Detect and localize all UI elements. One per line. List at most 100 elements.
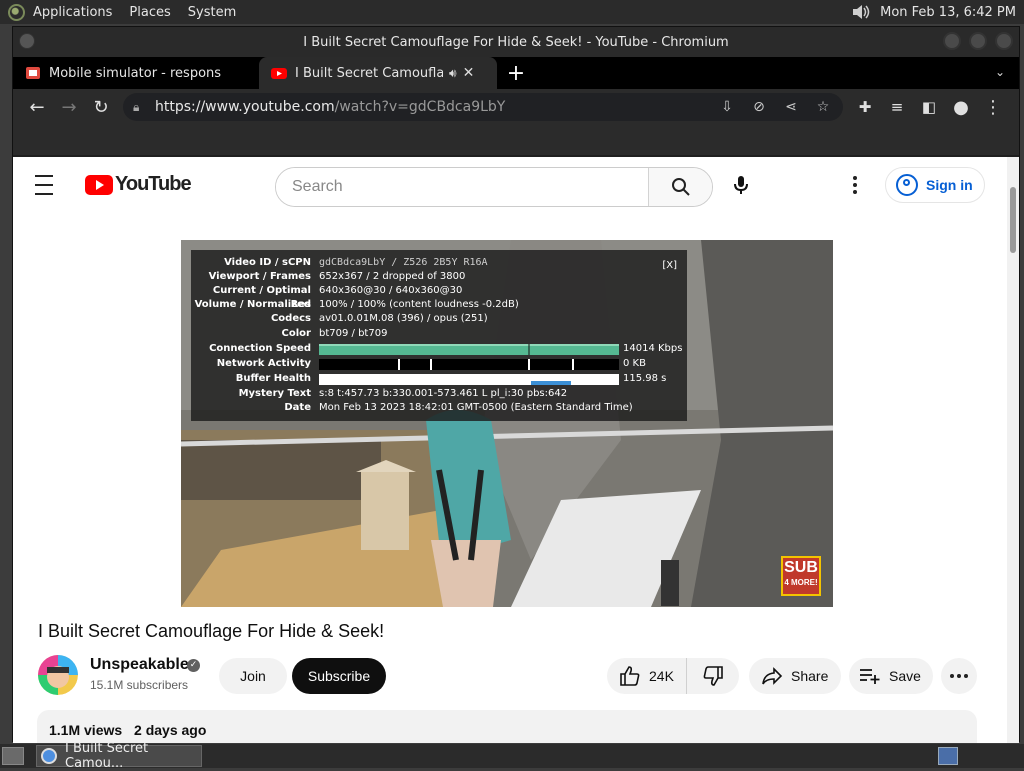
- buffer-health-row: Buffer Health 115.98 s: [191, 372, 687, 386]
- youtube-logo[interactable]: YouTube: [85, 173, 192, 196]
- reload-icon[interactable]: ↻: [85, 91, 117, 123]
- network-activity-value: 0 KB: [623, 358, 646, 369]
- browser-toolbar: ← → ↻ 🔒︎ https://www.youtube.com/watch?v…: [13, 89, 1019, 125]
- tab-strip: Mobile simulator - responsive I Built Se…: [13, 57, 1019, 89]
- applications-menu[interactable]: Applications: [33, 5, 112, 20]
- stats-label: Video ID / sCPN: [224, 257, 311, 268]
- subscribe-button[interactable]: Subscribe: [292, 658, 386, 694]
- network-activity-row: Network Activity 0 KB: [191, 357, 687, 371]
- back-icon[interactable]: ←: [21, 91, 53, 123]
- stats-label: Mystery Text: [238, 388, 311, 399]
- tab-title: I Built Secret Camouflage For Hide & See…: [295, 65, 443, 81]
- sign-in-label: Sign in: [926, 177, 973, 193]
- window-controls: [943, 32, 1013, 50]
- share-label: Share: [791, 668, 829, 684]
- close-tab-icon[interactable]: ✕: [463, 65, 475, 81]
- description-box[interactable]: 1.1M views 2 days ago: [37, 710, 977, 743]
- show-desktop-icon[interactable]: [2, 747, 24, 765]
- volume-icon[interactable]: [850, 3, 872, 21]
- panel-menu: Applications Places System: [0, 3, 253, 21]
- lock-icon[interactable]: 🔒︎: [133, 100, 147, 115]
- url-host: https://www.youtube.com: [155, 99, 335, 115]
- install-icon[interactable]: ⇩: [713, 99, 741, 115]
- stats-label: Network Activity: [216, 358, 311, 369]
- stats-row: Color bt709 / bt709: [191, 327, 687, 341]
- sign-in-button[interactable]: Sign in: [885, 167, 985, 203]
- thumbs-up-icon: [620, 666, 640, 686]
- distro-logo-icon[interactable]: [8, 3, 25, 21]
- stats-label: Codecs: [270, 313, 311, 324]
- window-menu-icon[interactable]: [19, 33, 35, 49]
- stats-label: Date: [284, 402, 311, 413]
- connection-speed-graph: [319, 344, 619, 355]
- more-actions-button[interactable]: [941, 658, 977, 694]
- top-panel: Applications Places System Mon Feb 13, 6…: [0, 0, 1024, 24]
- profile-icon[interactable]: ●: [945, 91, 977, 123]
- stats-value: gdCBdca9LbY / Z526 2B5Y R16A: [319, 257, 488, 268]
- subscriber-count: 15.1M subscribers: [90, 678, 189, 692]
- speaker-icon[interactable]: 🔊︎: [449, 66, 457, 81]
- browser-window: I Built Secret Camouflage For Hide & See…: [12, 26, 1020, 743]
- places-menu[interactable]: Places: [129, 5, 170, 20]
- address-bar[interactable]: 🔒︎ https://www.youtube.com/watch?v=gdCBd…: [123, 93, 843, 121]
- channel-name[interactable]: Unspeakable: [90, 656, 189, 674]
- page-scrollbar[interactable]: [1007, 157, 1019, 743]
- maximize-button[interactable]: [969, 32, 987, 50]
- close-window-button[interactable]: [995, 32, 1013, 50]
- stats-label: Volume / Normalized: [194, 299, 311, 310]
- save-button[interactable]: Save: [849, 658, 933, 694]
- panel-clock[interactable]: Mon Feb 13, 6:42 PM: [880, 5, 1016, 20]
- network-activity-graph: [319, 359, 619, 370]
- toolbar-right-icons: ✚ ≡ ◧ ● ⋮: [849, 91, 1009, 123]
- stats-label: Viewport / Frames: [208, 271, 311, 282]
- thumbs-down-icon: [703, 666, 723, 686]
- search-button[interactable]: [648, 168, 712, 206]
- tab-youtube[interactable]: I Built Secret Camouflage For Hide & See…: [259, 57, 497, 89]
- hamburger-menu-icon[interactable]: [35, 175, 63, 195]
- stats-row: Viewport / Frames 652x367 / 2 dropped of…: [191, 270, 687, 284]
- sidepanel-icon[interactable]: ◧: [913, 91, 945, 123]
- tab-search-icon[interactable]: ⌄: [995, 65, 1005, 79]
- stats-value: 100% / 100% (content loudness -0.2dB): [319, 299, 519, 310]
- minimize-button[interactable]: [943, 32, 961, 50]
- settings-kebab-icon[interactable]: [845, 173, 865, 197]
- stats-row: Volume / Normalized 100% / 100% (content…: [191, 298, 687, 312]
- workspace-switcher-icon[interactable]: [938, 747, 958, 765]
- scrollbar-thumb[interactable]: [1010, 187, 1016, 253]
- tab-mobile-simulator[interactable]: Mobile simulator - responsive: [13, 57, 259, 89]
- youtube-masthead: YouTube Sign in: [13, 157, 1007, 213]
- dislike-button[interactable]: [687, 666, 739, 686]
- stats-value: 652x367 / 2 dropped of 3800: [319, 271, 466, 282]
- channel-avatar[interactable]: [38, 655, 78, 695]
- media-icon[interactable]: ≡: [881, 91, 913, 123]
- stats-label: Color: [281, 328, 311, 339]
- new-tab-button[interactable]: +: [497, 57, 535, 89]
- microphone-icon[interactable]: [729, 173, 753, 197]
- like-button[interactable]: 24K: [607, 658, 687, 694]
- join-button[interactable]: Join: [219, 658, 287, 694]
- forward-icon[interactable]: →: [53, 91, 85, 123]
- window-title: I Built Secret Camouflage For Hide & See…: [303, 34, 729, 50]
- star-icon[interactable]: ☆: [809, 99, 837, 115]
- buffer-health-graph: [319, 374, 619, 385]
- menu-icon[interactable]: ⋮: [977, 91, 1009, 123]
- taskbar-window-button[interactable]: I Built Secret Camou...: [36, 741, 202, 771]
- tab-title: Mobile simulator - responsive: [49, 65, 221, 81]
- sub-badge[interactable]: SUB 4 MORE!: [781, 556, 821, 596]
- search-icon: [671, 178, 690, 196]
- system-menu[interactable]: System: [188, 5, 236, 20]
- stats-value: Mon Feb 13 2023 18:42:01 GMT-0500 (Easte…: [319, 402, 633, 413]
- search-box: [275, 167, 713, 207]
- stats-row: Date Mon Feb 13 2023 18:42:01 GMT-0500 (…: [191, 401, 687, 415]
- sub-badge-line2: 4 MORE!: [784, 578, 818, 587]
- share-button[interactable]: Share: [749, 658, 841, 694]
- share-icon[interactable]: ⋖: [777, 99, 805, 115]
- search-input[interactable]: [276, 168, 648, 206]
- video-player[interactable]: SUB 4 MORE! [X] Video ID / sCPN gdCBdca9…: [181, 240, 833, 607]
- eye-off-icon[interactable]: ⊘: [745, 99, 773, 115]
- extensions-icon[interactable]: ✚: [849, 91, 881, 123]
- window-titlebar[interactable]: I Built Secret Camouflage For Hide & See…: [13, 27, 1019, 57]
- stats-label: Buffer Health: [235, 373, 311, 384]
- stats-value: 640x360@30 / 640x360@30: [319, 285, 463, 296]
- connection-speed-value: 14014 Kbps: [623, 343, 683, 354]
